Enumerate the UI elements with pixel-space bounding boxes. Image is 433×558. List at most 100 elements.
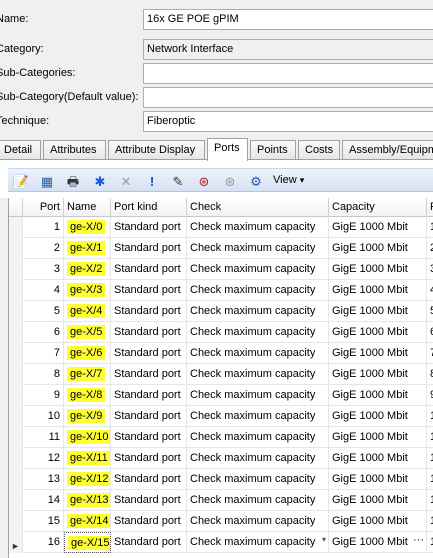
sub-category-default-field[interactable] [143, 87, 433, 108]
gige-port-icon[interactable]: ⊛ [195, 172, 213, 190]
tab-attribute-display[interactable]: Attribute Display [108, 140, 205, 159]
port-kind-cell[interactable]: Standard port [111, 238, 187, 259]
port-kind-cell[interactable]: Standard port [111, 280, 187, 301]
check-cell[interactable]: Check maximum capacity [187, 469, 329, 490]
port-kind-cell[interactable]: Standard port [111, 217, 187, 238]
table-row[interactable]: 3 ge-X/2 Standard port Check maximum capaci… [9, 259, 433, 280]
p-cell[interactable]: 1 [427, 490, 433, 511]
column-header-selector[interactable] [9, 198, 23, 217]
edit-pen-icon[interactable]: ✎ [169, 172, 187, 190]
port-cell[interactable]: 7 [23, 343, 64, 364]
table-row[interactable]: 14 ge-X/13 Standard port Check maximum capa… [9, 490, 433, 511]
check-cell[interactable]: Check maximum capacity [187, 406, 329, 427]
table-row[interactable]: 12 ge-X/11 Standard port Check maximum capa… [9, 448, 433, 469]
table-row[interactable]: 6 ge-X/5 Standard port Check maximum capaci… [9, 322, 433, 343]
p-cell[interactable]: 3 [427, 259, 433, 280]
check-cell[interactable]: Check maximum capacity [187, 280, 329, 301]
row-selector[interactable] [9, 469, 23, 490]
table-row[interactable]: 7 ge-X/6 Standard port Check maximum capaci… [9, 343, 433, 364]
table-row[interactable]: 13 ge-X/12 Standard port Check maximum capa… [9, 469, 433, 490]
column-header-port-kind[interactable]: Port kind [111, 198, 187, 217]
p-cell[interactable]: 6 [427, 322, 433, 343]
name-cell[interactable]: ge-X/4 [64, 301, 111, 322]
tab-costs[interactable]: Costs [298, 140, 340, 159]
name-cell[interactable]: ge-X/10 [64, 427, 111, 448]
print-icon[interactable]: 🖶 [64, 172, 82, 190]
name-cell[interactable]: ge-X/5 [64, 322, 111, 343]
capacity-cell[interactable]: GigE 1000 Mbit [329, 406, 427, 427]
sub-categories-field[interactable] [143, 63, 433, 84]
delete-icon[interactable]: ✕ [117, 172, 135, 190]
port-cell[interactable]: 15 [23, 511, 64, 532]
table-row[interactable]: 16 ge-X/15 Standard port Check maximum capa… [9, 532, 433, 553]
port-kind-cell[interactable]: Standard port [111, 301, 187, 322]
capacity-ellipsis-button[interactable]: ··· [413, 534, 424, 546]
name-cell[interactable]: ge-X/8 [64, 385, 111, 406]
capacity-cell[interactable]: GigE 1000 Mbit [329, 427, 427, 448]
capacity-cell[interactable]: GigE 1000 Mbit [329, 469, 427, 490]
check-cell[interactable]: Check maximum capacity [187, 511, 329, 532]
name-cell[interactable]: ge-X/6 [64, 343, 111, 364]
p-cell[interactable]: 1 [427, 469, 433, 490]
capacity-cell[interactable]: GigE 1000 Mbit [329, 385, 427, 406]
asterisk-icon[interactable]: ✱ [91, 172, 109, 190]
port-kind-cell[interactable]: Standard port [111, 343, 187, 364]
p-cell[interactable]: 1 [427, 427, 433, 448]
row-selector[interactable] [9, 217, 23, 238]
name-cell[interactable]: ge-X/11 [64, 448, 111, 469]
row-selector[interactable] [9, 448, 23, 469]
port-cell[interactable]: 13 [23, 469, 64, 490]
p-cell[interactable]: 7 [427, 343, 433, 364]
p-cell[interactable]: 1 [427, 448, 433, 469]
row-selector[interactable] [9, 364, 23, 385]
name-cell[interactable]: ge-X/13 [64, 490, 111, 511]
port-cell[interactable]: 6 [23, 322, 64, 343]
capacity-cell[interactable]: GigE 1000 Mbit [329, 490, 427, 511]
check-cell[interactable]: Check maximum capacity [187, 259, 329, 280]
check-cell[interactable]: Check maximum capacity [187, 364, 329, 385]
port-cell[interactable]: 11 [23, 427, 64, 448]
port-cell[interactable]: 14 [23, 490, 64, 511]
tab-points[interactable]: Points [250, 140, 296, 159]
port-kind-cell[interactable]: Standard port [111, 511, 187, 532]
check-cell[interactable]: Check maximum capacity [187, 490, 329, 511]
tab-ports[interactable]: Ports [207, 138, 248, 161]
check-cell[interactable]: Check maximum capacity [187, 238, 329, 259]
port-cell[interactable]: 10 [23, 406, 64, 427]
port-cell[interactable]: 16 [23, 532, 64, 553]
table-row[interactable]: 4 ge-X/3 Standard port Check maximum capaci… [9, 280, 433, 301]
gige-port-disabled-icon[interactable]: ⊛ [221, 172, 239, 190]
capacity-cell[interactable]: GigE 1000 Mbit [329, 364, 427, 385]
name-cell[interactable]: ge-X/7 [64, 364, 111, 385]
row-selector[interactable] [9, 511, 23, 532]
name-cell[interactable]: ge-X/9 [64, 406, 111, 427]
name-cell[interactable]: ge-X/3 [64, 280, 111, 301]
check-cell[interactable]: Check maximum capacity [187, 385, 329, 406]
port-kind-cell[interactable]: Standard port [111, 427, 187, 448]
capacity-cell[interactable]: GigE 1000 Mbit [329, 238, 427, 259]
row-selector[interactable] [9, 490, 23, 511]
row-selector[interactable] [9, 238, 23, 259]
technique-field[interactable]: Fiberoptic [143, 111, 433, 132]
port-cell[interactable]: 5 [23, 301, 64, 322]
table-row[interactable]: 8 ge-X/7 Standard port Check maximum capaci… [9, 364, 433, 385]
row-selector[interactable] [9, 301, 23, 322]
check-cell[interactable]: Check maximum capacity [187, 301, 329, 322]
check-cell[interactable]: Check maximum capacity ▾ [187, 532, 329, 553]
port-cell[interactable]: 8 [23, 364, 64, 385]
check-cell[interactable]: Check maximum capacity [187, 427, 329, 448]
name-cell[interactable]: ge-X/12 [64, 469, 111, 490]
name-field[interactable]: 16x GE POE gPIM [143, 9, 433, 30]
capacity-cell[interactable]: GigE 1000 Mbit [329, 217, 427, 238]
name-cell[interactable]: ge-X/1 [64, 238, 111, 259]
tab-detail[interactable]: Detail [0, 140, 41, 159]
p-cell[interactable]: 1 [427, 532, 433, 553]
row-selector[interactable] [9, 280, 23, 301]
p-cell[interactable]: 9 [427, 385, 433, 406]
p-cell[interactable]: 5 [427, 301, 433, 322]
port-cell[interactable]: 12 [23, 448, 64, 469]
table-row[interactable]: 1 ge-X/0 Standard port Check maximum capaci… [9, 217, 433, 238]
p-cell[interactable]: 1 [427, 217, 433, 238]
table-row[interactable]: 2 ge-X/1 Standard port Check maximum capaci… [9, 238, 433, 259]
capacity-cell[interactable]: GigE 1000 Mbit ··· [329, 532, 427, 553]
